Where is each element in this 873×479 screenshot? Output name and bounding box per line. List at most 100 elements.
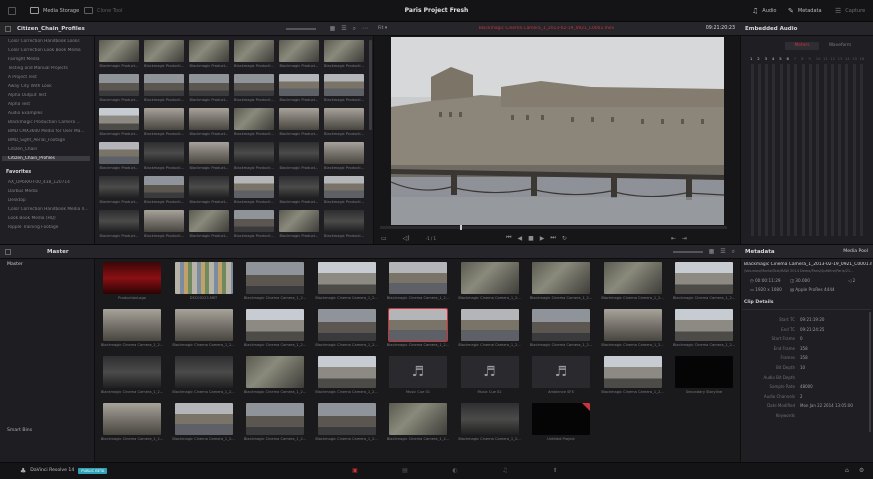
favorite-item[interactable]: Ripple Training Footage xyxy=(8,225,90,230)
storage-thumbnail[interactable] xyxy=(189,176,229,198)
media-pool-clip[interactable] xyxy=(317,262,376,294)
storage-item[interactable]: Citizen_Chain_Profiles xyxy=(2,156,90,161)
storage-item[interactable]: Color Correction Look Book Media xyxy=(8,48,90,53)
storage-thumbnail[interactable] xyxy=(234,108,274,130)
storage-thumbnail[interactable] xyxy=(99,108,139,130)
metadata-field-value[interactable]: Mon Jan 22 2014 13:05:00 xyxy=(800,403,866,408)
storage-thumbnail[interactable] xyxy=(279,108,319,130)
storage-thumbnail[interactable] xyxy=(189,74,229,96)
metadata-field-value[interactable]: 0 xyxy=(800,336,866,341)
deliver-page-icon[interactable]: ⬆ xyxy=(545,467,565,474)
storage-item[interactable]: A Project Test xyxy=(8,75,90,80)
fairlight-page-icon[interactable]: ♫ xyxy=(495,467,515,474)
storage-thumbnail[interactable] xyxy=(324,176,364,198)
playhead[interactable] xyxy=(460,225,462,230)
media-pool-clip[interactable] xyxy=(317,309,376,341)
media-pool-clip[interactable] xyxy=(103,309,161,341)
scrubber-bar[interactable] xyxy=(380,226,727,229)
storage-item[interactable]: Away City With Look xyxy=(8,84,90,89)
sidebar-toggle-icon[interactable] xyxy=(5,25,11,32)
media-pool-clip[interactable] xyxy=(603,309,662,341)
storage-thumbnail[interactable] xyxy=(234,176,274,198)
smart-bins-heading[interactable]: Smart Bins xyxy=(7,428,32,433)
media-page-icon[interactable]: ▣ xyxy=(345,467,365,474)
storage-thumbnail[interactable] xyxy=(279,210,319,232)
media-pool-clip[interactable] xyxy=(317,356,376,388)
metadata-field-value[interactable]: 09:21:24:25 xyxy=(800,327,866,332)
more-options-icon[interactable]: ⋯ xyxy=(362,25,368,32)
audio-toggle[interactable]: ♫ Audio xyxy=(752,7,777,15)
media-pool-clip[interactable]: ♬ xyxy=(389,356,447,388)
pool-thumb-size-slider[interactable] xyxy=(672,250,703,253)
media-pool-clip[interactable] xyxy=(246,403,304,435)
thumb-size-slider[interactable] xyxy=(285,27,316,30)
media-pool-clip[interactable] xyxy=(103,403,161,435)
grid-view-icon[interactable]: ▦ xyxy=(330,25,336,32)
media-pool-clip[interactable] xyxy=(532,403,590,435)
search-icon[interactable]: ⌕ xyxy=(353,25,356,33)
favorite-item[interactable]: Look Book Media (HQ) xyxy=(8,216,90,221)
media-pool-clip[interactable] xyxy=(532,262,590,294)
media-pool-clip[interactable] xyxy=(675,309,733,341)
media-pool-clip[interactable] xyxy=(460,403,519,435)
storage-thumbnail[interactable] xyxy=(324,74,364,96)
media-pool-clip[interactable] xyxy=(246,262,304,294)
storage-thumbnail[interactable] xyxy=(324,108,364,130)
list-view-icon[interactable]: ☰ xyxy=(341,25,346,32)
metadata-field-value[interactable]: 358 xyxy=(800,355,866,360)
storage-thumbnail[interactable] xyxy=(279,142,319,164)
tab-waveform[interactable]: Waveform xyxy=(823,42,857,50)
storage-item[interactable]: Fairlight Media xyxy=(8,57,90,62)
storage-thumbnail[interactable] xyxy=(234,40,274,62)
storage-thumbnail[interactable] xyxy=(144,210,184,232)
storage-thumbnail[interactable] xyxy=(144,40,184,62)
storage-thumbnail[interactable] xyxy=(324,210,364,232)
pool-search-icon[interactable]: ⌕ xyxy=(732,248,735,256)
pool-list-view-icon[interactable]: ☰ xyxy=(720,248,725,255)
storage-thumbnail[interactable] xyxy=(189,210,229,232)
edit-page-icon[interactable]: ▤ xyxy=(395,467,415,474)
storage-thumbnail[interactable] xyxy=(279,176,319,198)
storage-thumbnail[interactable] xyxy=(99,40,139,62)
media-pool-clip[interactable] xyxy=(460,262,519,294)
jump-start-icon[interactable]: ⏮ xyxy=(506,234,511,242)
play-icon[interactable]: ▶ xyxy=(540,235,545,242)
media-pool-clip[interactable] xyxy=(174,309,233,341)
favorite-item[interactable]: AX_OP6RAFF00_438_120714 xyxy=(8,180,90,185)
storage-item[interactable]: BMD CMX3600 Media for User Ma... xyxy=(8,129,90,134)
media-pool-clip[interactable] xyxy=(174,403,233,435)
media-pool-clip[interactable] xyxy=(388,308,448,342)
storage-item[interactable]: Citizen_Chain xyxy=(8,147,90,152)
viewer-fit-dropdown[interactable]: Fit ▾ xyxy=(378,26,387,31)
capture-toggle[interactable]: ☰ Capture xyxy=(835,7,865,15)
storage-item[interactable]: Audio Examples xyxy=(8,111,90,116)
pool-grid-view-icon[interactable]: ▦ xyxy=(709,248,715,255)
favorite-item[interactable]: Color Correction Handbook Media ll... xyxy=(8,207,90,212)
media-pool-clip[interactable] xyxy=(103,356,161,388)
media-pool-clip[interactable] xyxy=(174,262,233,294)
media-pool-clip[interactable] xyxy=(603,356,662,388)
media-pool-clip[interactable] xyxy=(389,262,447,294)
metadata-field-value[interactable]: 10 xyxy=(800,365,866,370)
storage-thumbnail[interactable] xyxy=(234,142,274,164)
storage-thumbnail[interactable] xyxy=(279,40,319,62)
viewer-mode-icon[interactable]: ▭ xyxy=(381,235,387,242)
media-pool-clip[interactable] xyxy=(317,403,376,435)
storage-thumbnail[interactable] xyxy=(279,74,319,96)
storage-item[interactable]: Blackmagic Production Camera ... xyxy=(8,120,90,125)
jump-end-icon[interactable]: ⏭ xyxy=(550,234,555,242)
mark-out-icon[interactable]: ⇥ xyxy=(682,235,687,242)
metadata-scrollbar[interactable] xyxy=(869,312,871,432)
media-pool-clip[interactable]: ♬ xyxy=(532,356,590,388)
bin-list-toggle-icon[interactable] xyxy=(5,248,11,255)
metadata-field-value[interactable]: 358 xyxy=(800,346,866,351)
storage-thumbnail[interactable] xyxy=(144,74,184,96)
volume-icon[interactable]: ◁) xyxy=(403,235,410,242)
storage-item[interactable]: Testing and Manual Projects xyxy=(8,66,90,71)
color-page-icon[interactable]: ◐ xyxy=(445,467,465,474)
metadata-field-value[interactable]: 09:21:19:20 xyxy=(800,317,866,322)
media-pool-clip[interactable] xyxy=(246,356,304,388)
storage-item[interactable]: Color Correction Handbook Looks xyxy=(8,39,90,44)
settings-icon[interactable]: ⚙ xyxy=(859,467,864,474)
storage-thumbnail[interactable] xyxy=(99,142,139,164)
